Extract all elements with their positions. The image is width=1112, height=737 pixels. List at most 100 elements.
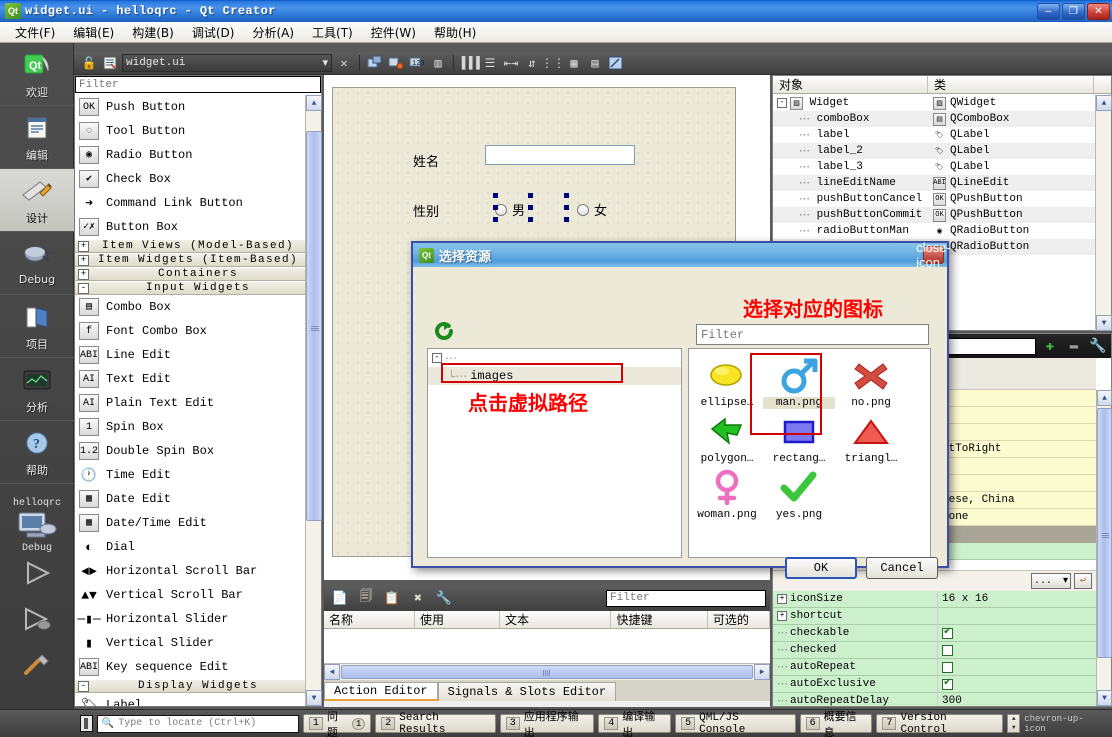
output-button-5[interactable]: 5 QML/JS Console [675, 712, 796, 736]
property-value[interactable]: 16 x 16 [938, 591, 1096, 608]
widget-item-12[interactable]: ABI Line Edit [75, 343, 321, 367]
form-lineedit-name[interactable] [485, 145, 635, 165]
expand-icon[interactable]: + [78, 255, 89, 266]
mode-Debug[interactable]: Debug [0, 232, 74, 295]
close-icon[interactable]: ✕ [335, 54, 353, 72]
object-row-0[interactable]: - ▨ Widget ▨ QWidget [773, 95, 1096, 111]
widget-item-17[interactable]: 🕐 Time Edit [75, 463, 321, 487]
object-row-2[interactable]: ⋯ label 🏷 QLabel [773, 127, 1096, 143]
widget-item-22[interactable]: ▲▼ Vertical Scroll Bar [75, 583, 321, 607]
widget-category-8[interactable]: + Containers [75, 267, 321, 281]
widget-category-6[interactable]: + Item Views (Model-Based) [75, 239, 321, 253]
collapse-icon[interactable]: - [78, 283, 89, 294]
dialog-ok-button[interactable]: OK [785, 557, 857, 579]
widget-item-16[interactable]: 1.2 Double Spin Box [75, 439, 321, 463]
output-button-1[interactable]: 1 问题 1 [302, 710, 372, 737]
property-value[interactable]: ✔ [938, 676, 1096, 693]
widget-item-21[interactable]: ◄► Horizontal Scroll Bar [75, 559, 321, 583]
checkbox-unchecked-icon[interactable] [942, 661, 953, 673]
widget-item-27[interactable]: 🏷 Label [75, 693, 321, 707]
collapse-icon[interactable]: - [432, 353, 442, 363]
action-tab-0[interactable]: Action Editor [324, 682, 438, 701]
browse-button[interactable]: ... ▾ [1031, 573, 1071, 589]
dialog-cancel-button[interactable]: Cancel [866, 557, 938, 579]
menu-item-5[interactable]: 工具(T) [303, 22, 362, 43]
minus-icon[interactable]: ▬ [1064, 337, 1084, 355]
object-row-7[interactable]: ⋯ pushButtonCommit OK QPushButton [773, 207, 1096, 223]
mode-帮助[interactable]: ? 帮助 [0, 421, 74, 484]
open-file-combo[interactable]: widget.ui ▾ [122, 54, 332, 72]
widget-category-7[interactable]: + Item Widgets (Item-Based) [75, 253, 321, 267]
debug-button[interactable] [0, 600, 74, 646]
wrench-icon[interactable]: 🔧 [1088, 337, 1108, 355]
collapse-icon[interactable]: - [777, 98, 787, 108]
scroll-down-arrow-icon[interactable]: ▼ [1097, 690, 1112, 706]
new-action-icon[interactable]: 📄 [332, 589, 348, 607]
form-label-name[interactable]: 姓名 [413, 151, 439, 170]
scroll-right-arrow-icon[interactable]: ► [754, 664, 770, 680]
adjust-size-icon[interactable] [607, 54, 625, 72]
action-editor-hscrollbar[interactable]: ◄ ► [324, 664, 770, 680]
resource-icon-cell-triangl…[interactable]: triangl… [835, 411, 907, 465]
mode-设计[interactable]: 设计 [0, 169, 74, 232]
build-button[interactable] [0, 646, 74, 692]
output-pane-spinner[interactable]: ▲ ▼ [1007, 714, 1021, 733]
property-row-checked[interactable]: ⋯ checked [773, 641, 1096, 659]
widget-item-15[interactable]: 1 Spin Box [75, 415, 321, 439]
widget-box-filter-input[interactable] [75, 76, 321, 93]
widget-item-10[interactable]: ▤ Combo Box [75, 295, 321, 319]
resource-icon-cell-woman.png[interactable]: woman.png [691, 467, 763, 521]
widget-item-14[interactable]: AI Plain Text Edit [75, 391, 321, 415]
action-tab-1[interactable]: Signals & Slots Editor [437, 682, 617, 701]
form-radio-woman[interactable]: 女 [577, 200, 607, 219]
selection-handle[interactable] [528, 205, 533, 210]
widget-item-18[interactable]: ▦ Date Edit [75, 487, 321, 511]
minimize-button[interactable]: – [1037, 2, 1060, 20]
hscrollbar-thumb[interactable] [341, 665, 753, 679]
paste-action-icon[interactable]: 📋 [384, 589, 400, 607]
locator-input[interactable]: 🔍 Type to locate (Ctrl+K) [96, 714, 299, 733]
widget-category-9[interactable]: - Input Widgets [75, 281, 321, 295]
checkbox-checked-icon[interactable]: ✔ [942, 627, 953, 639]
selection-handle[interactable] [528, 193, 533, 198]
widget-item-5[interactable]: ✓✗ Button Box [75, 215, 321, 239]
reset-arrow-icon[interactable]: ↩ [1074, 573, 1092, 589]
widget-box-scrollbar[interactable]: ▲ ▼ [305, 95, 322, 706]
resource-icon-cell-yes.png[interactable]: yes.png [763, 467, 835, 521]
property-editor-rows[interactable]: + iconSize 16 x 16 + shortcut ⋯ checkable ✔ ⋯ che… [773, 591, 1096, 706]
sidebar-toggle-icon[interactable] [80, 715, 93, 732]
scroll-down-arrow-icon[interactable]: ▼ [1096, 315, 1112, 331]
action-editor-filter-input[interactable] [606, 589, 766, 607]
chevron-up-icon[interactable]: chevron-up-icon [1024, 714, 1104, 734]
break-layout-icon[interactable]: ▤ [586, 54, 604, 72]
form-radio-man[interactable]: 男 [495, 200, 525, 219]
property-row-checkable[interactable]: ⋯ checkable ✔ [773, 624, 1096, 642]
scroll-down-arrow-icon[interactable]: ▼ [306, 690, 322, 706]
object-column-1[interactable]: 类 [928, 76, 1094, 93]
widget-item-0[interactable]: OK Push Button [75, 95, 321, 119]
dialog-close-button[interactable]: close-icon [916, 240, 951, 270]
selection-handle[interactable] [493, 193, 498, 198]
action-editor-tabs[interactable]: Action Editor Signals & Slots Editor [324, 680, 770, 701]
widget-item-1[interactable]: ◌ Tool Button [75, 119, 321, 143]
widget-item-25[interactable]: ABI Key sequence Edit [75, 655, 321, 679]
expand-icon[interactable]: + [777, 611, 787, 621]
widget-item-13[interactable]: AI Text Edit [75, 367, 321, 391]
run-button[interactable] [0, 554, 74, 600]
delete-action-icon[interactable]: ✖ [410, 589, 426, 607]
object-row-8[interactable]: ⋯ radioButtonMan ◉ QRadioButton [773, 223, 1096, 239]
scroll-left-arrow-icon[interactable]: ◄ [324, 664, 340, 680]
edit-signals-slots-icon[interactable] [387, 54, 405, 72]
unlock-icon[interactable]: 🔓 [80, 54, 98, 72]
reload-icon[interactable] [433, 320, 455, 342]
output-button-4[interactable]: 4 编译输出 [598, 710, 672, 737]
widget-item-2[interactable]: ◉ Radio Button [75, 143, 321, 167]
selection-handle[interactable] [528, 217, 533, 222]
output-button-2[interactable]: 2 Search Results [375, 712, 496, 736]
checkbox-checked-icon[interactable]: ✔ [942, 678, 953, 690]
resource-icon-cell-no.png[interactable]: no.png [835, 355, 907, 409]
menu-item-3[interactable]: 调试(D) [183, 22, 244, 43]
scrollbar-thumb[interactable] [306, 131, 322, 521]
property-editor-scrollbar[interactable]: ▲ ▼ [1096, 390, 1112, 706]
selection-handle[interactable] [564, 205, 569, 210]
